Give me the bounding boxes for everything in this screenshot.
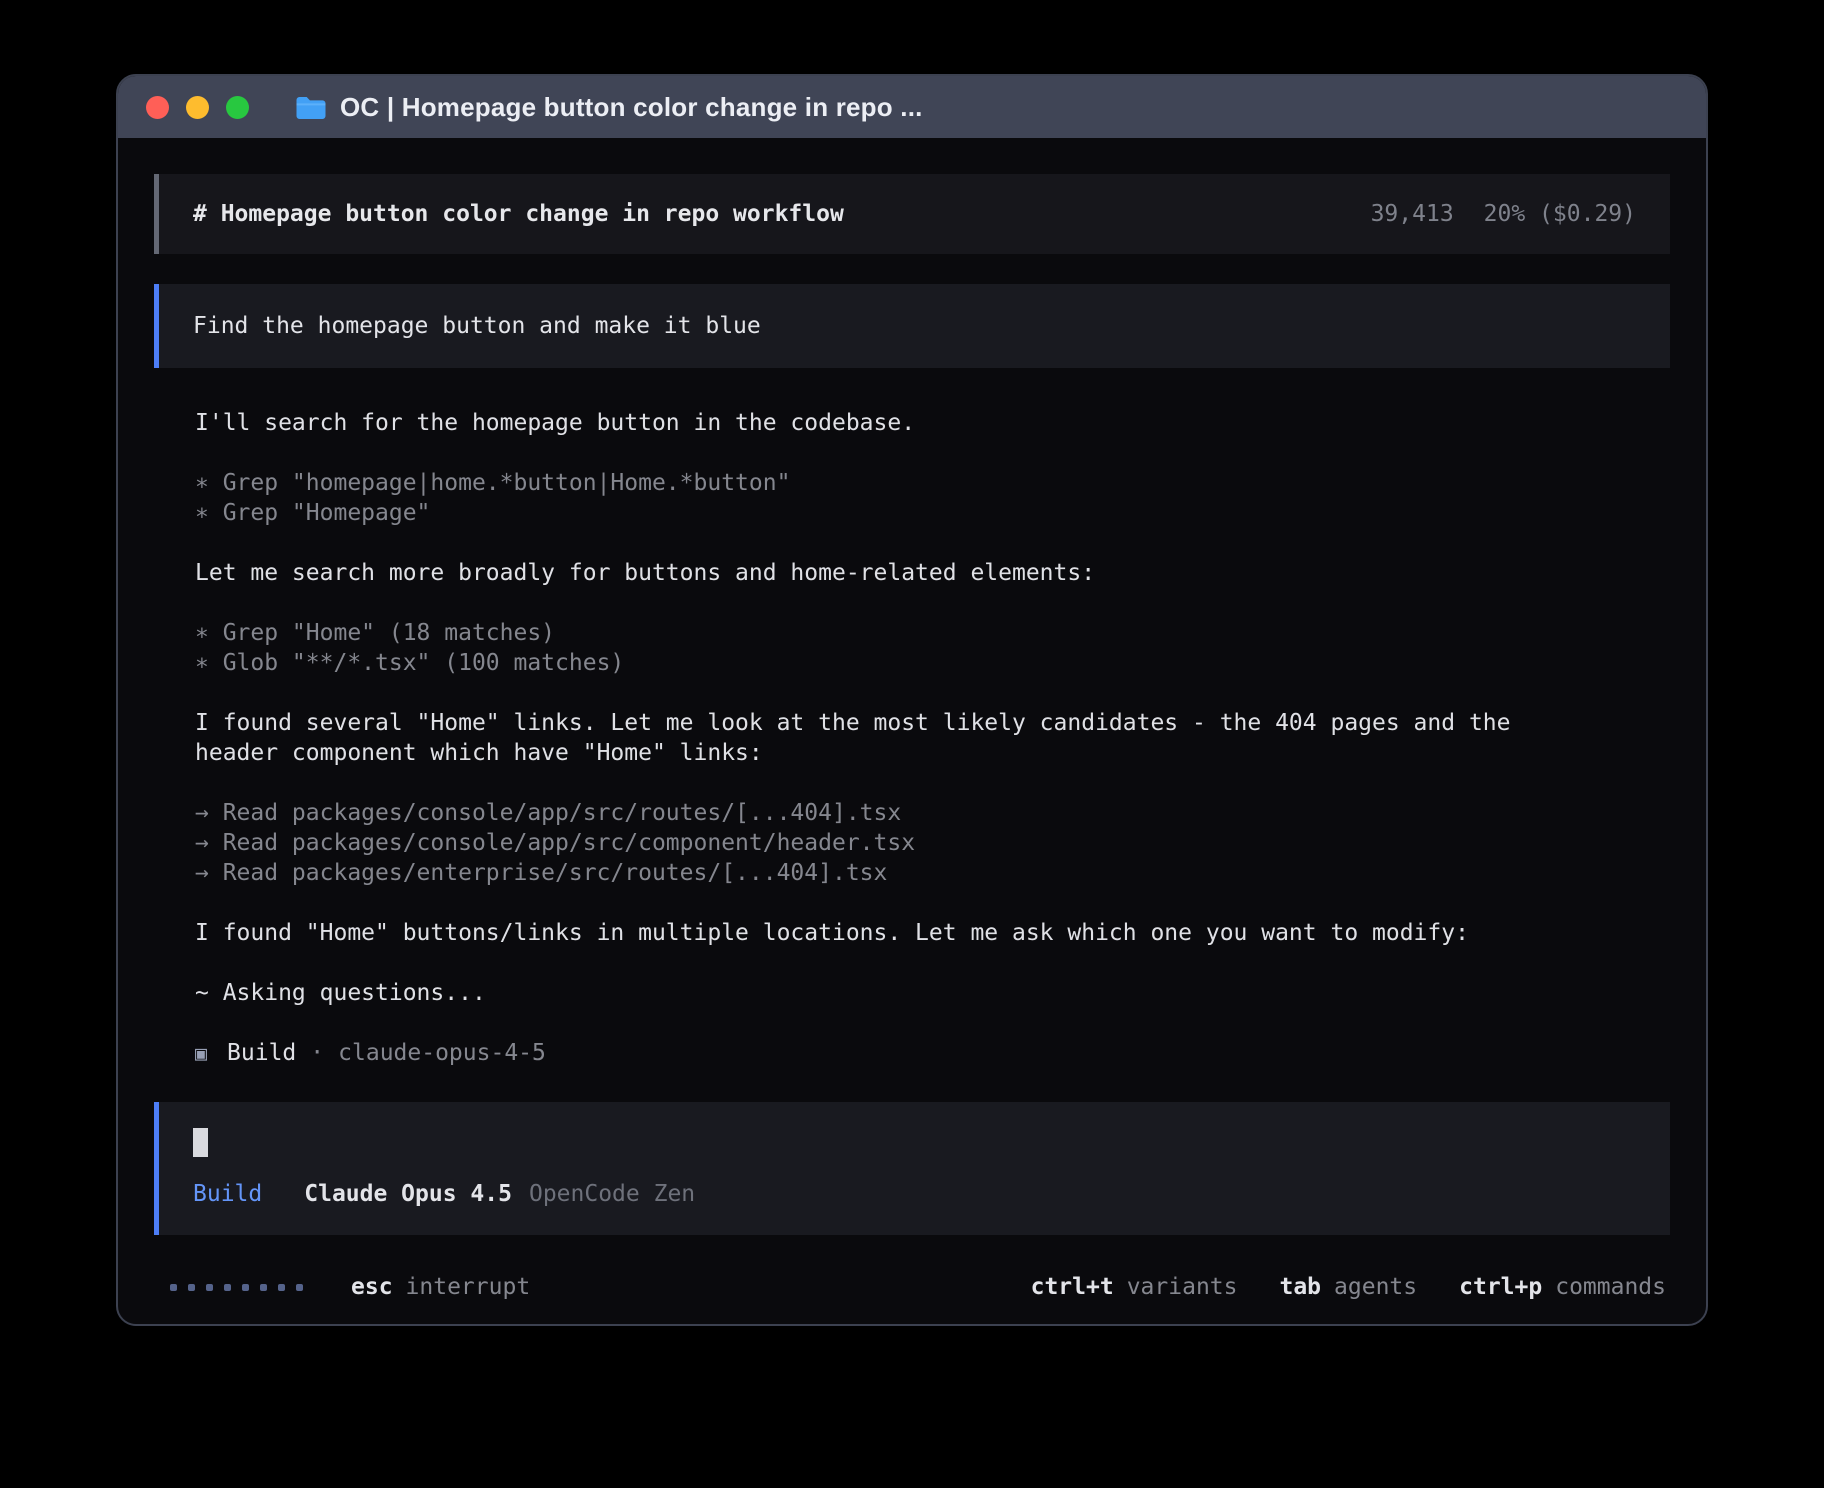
agent-separator: · [310,1038,324,1068]
agent-model: claude-opus-4-5 [338,1038,546,1068]
prompt-input[interactable]: Build Claude Opus 4.5 OpenCode Zen [154,1102,1670,1235]
tool-call-read: → Read packages/console/app/src/componen… [195,828,1555,858]
text-cursor [193,1128,208,1157]
titlebar: OC | Homepage button color change in rep… [118,76,1706,138]
hint-agents: tab agents [1279,1274,1417,1300]
agent-icon: ▣ [195,1038,207,1068]
hint-interrupt: esc interrupt [351,1274,530,1300]
ctrl-p-key: ctrl+p [1459,1274,1542,1300]
transcript: I'll search for the homepage button in t… [195,408,1555,1068]
agent-status: ▣ Build · claude-opus-4-5 [195,1038,1555,1068]
esc-label: interrupt [406,1274,531,1300]
context-cost: 20% ($0.29) [1484,201,1636,227]
commands-label: commands [1555,1274,1666,1300]
session-header: # Homepage button color change in repo w… [154,174,1670,254]
minimize-button[interactable] [186,96,209,119]
tool-call-glob: ∗ Glob "**/*.tsx" (100 matches) [195,648,1555,678]
model-label: Claude Opus 4.5 [304,1181,512,1207]
assistant-text: I'll search for the homepage button in t… [195,408,1555,438]
user-message-text: Find the homepage button and make it blu… [193,313,761,339]
window-title: OC | Homepage button color change in rep… [340,92,923,123]
agent-name: Build [227,1038,296,1068]
folder-icon [295,95,326,120]
zoom-button[interactable] [226,96,249,119]
agent-mode-label: Build [193,1181,262,1207]
spinner-dots [170,1284,303,1291]
token-count: 39,413 [1371,201,1454,227]
esc-key: esc [351,1274,393,1300]
tool-call-grep: ∗ Grep "Home" (18 matches) [195,618,1555,648]
status-bar: esc interrupt ctrl+t variants tab agents… [154,1274,1670,1300]
hint-commands: ctrl+p commands [1459,1274,1666,1300]
session-stats: 39,413 20% ($0.29) [1371,201,1636,227]
tool-call-read: → Read packages/console/app/src/routes/[… [195,798,1555,828]
tool-call-grep: ∗ Grep "homepage|home.*button|Home.*butt… [195,468,1555,498]
input-mode-line: Build Claude Opus 4.5 OpenCode Zen [193,1181,1636,1207]
assistant-text: I found several "Home" links. Let me loo… [195,708,1555,768]
assistant-text: Let me search more broadly for buttons a… [195,558,1555,588]
tab-key: tab [1279,1274,1321,1300]
terminal-window: OC | Homepage button color change in rep… [116,74,1708,1326]
ctrl-t-key: ctrl+t [1031,1274,1114,1300]
provider-label: OpenCode Zen [529,1181,695,1207]
traffic-lights [146,96,249,119]
agents-label: agents [1334,1274,1417,1300]
user-message: Find the homepage button and make it blu… [154,284,1670,368]
session-title: # Homepage button color change in repo w… [193,201,844,227]
close-button[interactable] [146,96,169,119]
tool-call-grep: ∗ Grep "Homepage" [195,498,1555,528]
hint-variants: ctrl+t variants [1031,1274,1238,1300]
tool-call-read: → Read packages/enterprise/src/routes/[.… [195,858,1555,888]
variants-label: variants [1127,1274,1238,1300]
keyboard-hints: ctrl+t variants tab agents ctrl+p comman… [1031,1274,1666,1300]
assistant-text: I found "Home" buttons/links in multiple… [195,918,1555,948]
terminal-content: # Homepage button color change in repo w… [118,138,1706,1324]
asking-questions-status: ~ Asking questions... [195,978,1555,1008]
